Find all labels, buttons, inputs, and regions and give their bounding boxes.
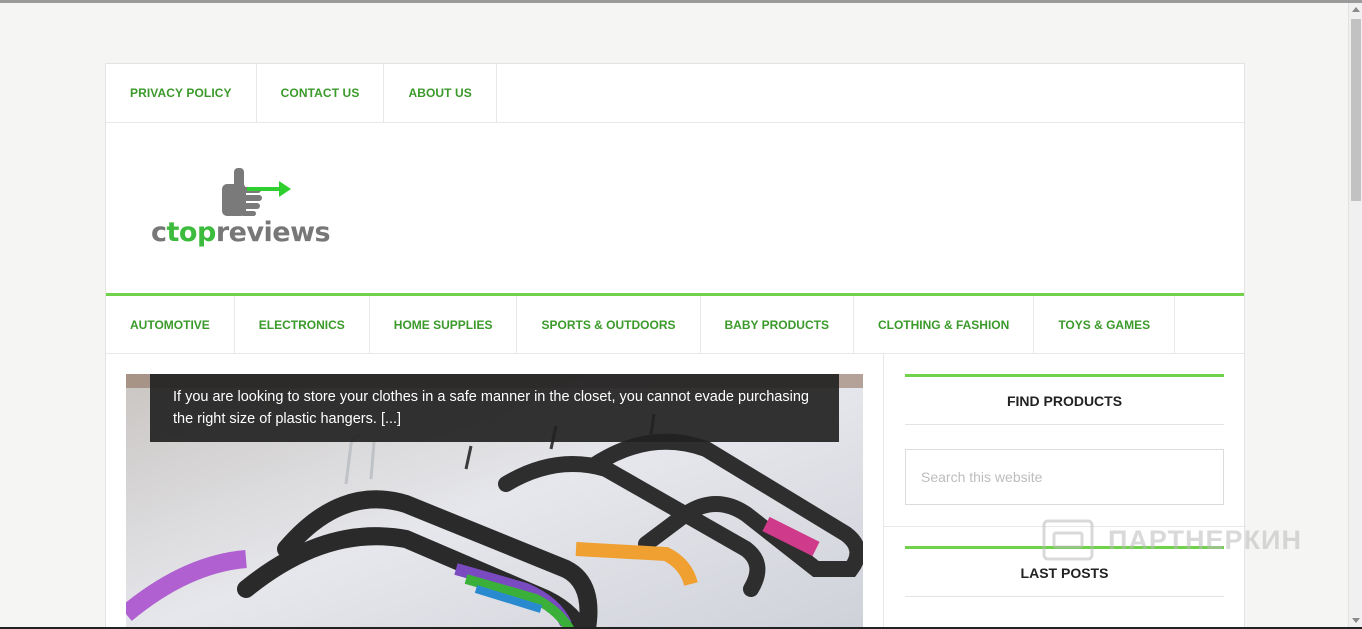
watermark-logo-icon: [1042, 519, 1094, 561]
watermark-text: ПАРТНЕРКИН: [1108, 524, 1302, 555]
find-products-title: FIND PRODUCTS: [905, 374, 1224, 425]
scrollbar-thumb[interactable]: [1351, 19, 1361, 201]
scroll-up-arrow-icon[interactable]: [1352, 7, 1360, 12]
nav-home-supplies[interactable]: HOME SUPPLIES: [370, 296, 518, 353]
site-header: ctopreviews: [106, 123, 1244, 293]
nav-baby-products[interactable]: BABY PRODUCTS: [701, 296, 854, 353]
partnerkin-watermark: ПАРТНЕРКИН: [1042, 519, 1302, 561]
nav-automotive[interactable]: AUTOMOTIVE: [106, 296, 235, 353]
nav-electronics[interactable]: ELECTRONICS: [235, 296, 370, 353]
scroll-down-arrow-icon[interactable]: [1352, 618, 1360, 623]
nav-sports-outdoors[interactable]: SPORTS & OUTDOORS: [517, 296, 701, 353]
nav-contact-us[interactable]: CONTACT US: [257, 64, 385, 122]
search-input[interactable]: Search this website: [905, 449, 1224, 505]
thumbs-up-arrow-icon: [222, 168, 291, 216]
page-scrollbar[interactable]: [1348, 3, 1362, 627]
site-logo[interactable]: ctopreviews: [151, 168, 331, 248]
nav-toys-games[interactable]: TOYS & GAMES: [1034, 296, 1176, 353]
logo-wordmark: ctopreviews: [151, 217, 331, 248]
main-nav: AUTOMOTIVE ELECTRONICS HOME SUPPLIES SPO…: [106, 293, 1244, 354]
featured-post-excerpt: If you are looking to store your clothes…: [150, 374, 839, 442]
find-products-widget: FIND PRODUCTS Search this website: [905, 374, 1224, 505]
sidebar-divider: [883, 354, 884, 629]
browser-top-rule: [0, 0, 1362, 3]
nav-about-us[interactable]: ABOUT US: [384, 64, 497, 122]
top-nav: PRIVACY POLICY CONTACT US ABOUT US: [106, 64, 1244, 123]
nav-clothing-fashion[interactable]: CLOTHING & FASHION: [854, 296, 1035, 353]
nav-privacy-policy[interactable]: PRIVACY POLICY: [106, 64, 257, 122]
featured-post-image[interactable]: If you are looking to store your clothes…: [126, 374, 863, 629]
main-content: If you are looking to store your clothes…: [106, 354, 1246, 629]
